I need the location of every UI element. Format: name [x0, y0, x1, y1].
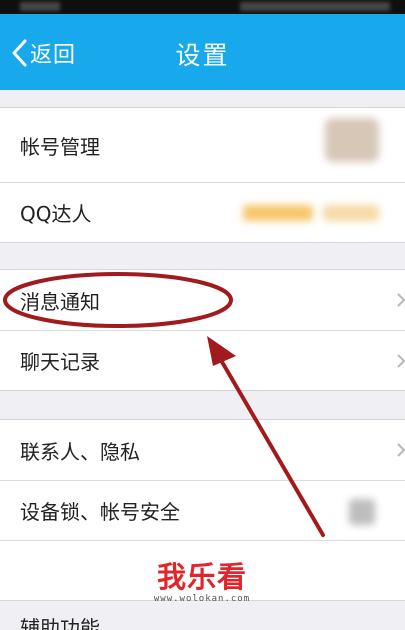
- status-bar-icons-right: [240, 2, 390, 11]
- row-label: 联系人、隐私: [20, 439, 140, 464]
- row-label: QQ达人: [20, 202, 92, 226]
- avatar: [325, 118, 379, 162]
- settings-row-accessibility[interactable]: 辅助功能: [20, 612, 100, 630]
- settings-group-account: 帐号管理 QQ达人: [0, 107, 405, 243]
- settings-row-account-management[interactable]: 帐号管理: [0, 108, 405, 182]
- chevron-right-icon: [397, 354, 405, 368]
- settings-group-messages: 消息通知 聊天记录: [0, 269, 405, 391]
- settings-row-message-notifications[interactable]: 消息通知: [0, 270, 405, 330]
- row-label: 聊天记录: [20, 350, 100, 374]
- blurred-badge: [243, 205, 313, 221]
- row-label: 设备锁、帐号安全: [20, 500, 180, 524]
- settings-row-chat-history[interactable]: 聊天记录: [0, 330, 405, 390]
- blurred-badge: [323, 205, 379, 221]
- status-bar: [0, 0, 405, 14]
- row-label: 消息通知: [20, 289, 100, 314]
- navigation-bar: 返回 设置: [0, 14, 405, 90]
- settings-row-contacts-privacy[interactable]: 联系人、隐私: [0, 420, 405, 480]
- row-label: 辅助功能: [20, 616, 100, 630]
- chevron-right-icon: [397, 443, 405, 457]
- status-bar-icons-left: [20, 2, 60, 11]
- settings-group-privacy: 联系人、隐私 设备锁、帐号安全: [0, 419, 405, 601]
- settings-row-device-lock-security[interactable]: 设备锁、帐号安全: [0, 480, 405, 540]
- page-title: 设置: [175, 41, 230, 70]
- settings-row-qq-master[interactable]: QQ达人: [0, 182, 405, 242]
- blurred-status: [349, 499, 375, 525]
- settings-row-unlabeled[interactable]: [0, 540, 405, 600]
- row-label: 帐号管理: [20, 134, 100, 159]
- chevron-right-icon: [397, 293, 405, 307]
